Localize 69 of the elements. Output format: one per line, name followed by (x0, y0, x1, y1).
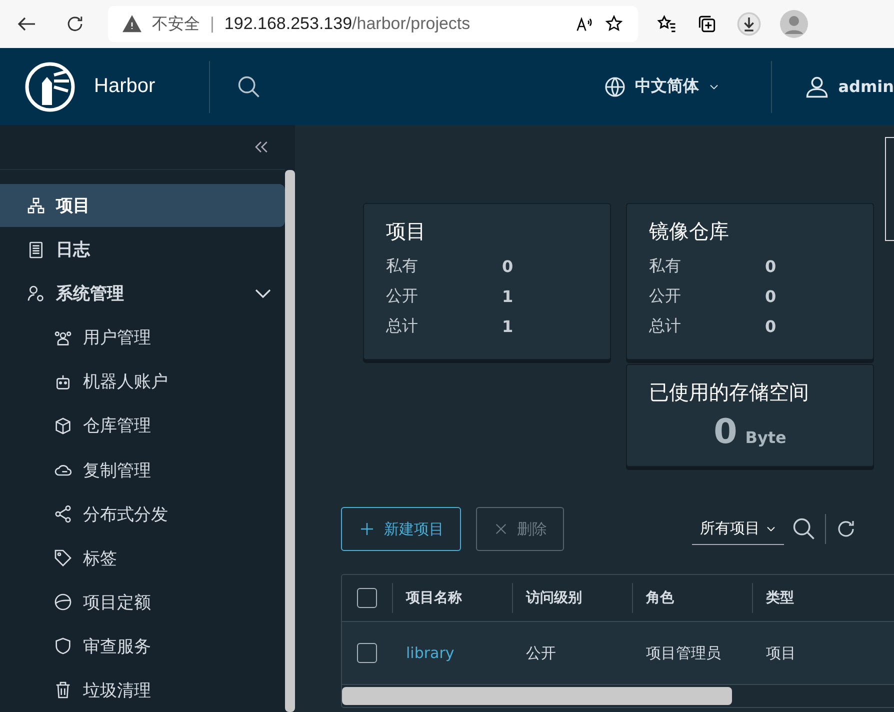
column-header[interactable]: 访问级别 (512, 583, 632, 613)
column-header[interactable]: 类型 (752, 583, 872, 613)
table-cell-text: 公开 (525, 644, 557, 662)
separator: | (210, 14, 214, 34)
cube-icon (53, 416, 73, 436)
user-gear-icon (26, 284, 46, 304)
sidebar-item[interactable]: 复制管理 (0, 448, 285, 492)
sidebar-item[interactable]: 机器人账户 (0, 360, 285, 404)
tag-icon (53, 548, 73, 568)
storage-value: 0 (714, 412, 738, 452)
sidebar-item[interactable]: 仓库管理 (0, 404, 285, 448)
stat-value: 1 (502, 316, 514, 336)
user-menu[interactable]: admin (804, 74, 894, 100)
row-checkbox[interactable] (357, 643, 377, 663)
network-icon (26, 196, 46, 216)
sidebar-item[interactable]: 标签 (0, 536, 285, 580)
sidebar-item[interactable]: 项目 (0, 184, 285, 228)
search-icon[interactable] (791, 516, 817, 542)
address-bar[interactable]: 不安全 | 192.168.253.139/harbor/projects (108, 6, 638, 42)
logo-icon (24, 60, 76, 112)
url-host: 192.168.253.139 (224, 14, 352, 34)
table-cell-text: 项目管理员 (645, 644, 722, 662)
download-icon[interactable] (736, 11, 762, 37)
sidebar-item[interactable]: 分布式分发 (0, 492, 285, 536)
stat-label: 私有 (649, 256, 682, 276)
scrollbar-thumb[interactable] (342, 687, 732, 705)
stat-value: 0 (765, 316, 778, 336)
select-all-checkbox[interactable] (357, 588, 377, 608)
stat-value: 1 (502, 286, 514, 306)
favorites-icon[interactable] (656, 13, 678, 35)
plus-icon (358, 520, 376, 538)
stat-label: 总计 (649, 316, 682, 336)
sidebar-item[interactable]: 审查服务 (0, 624, 285, 668)
column-header[interactable]: 项目名称 (392, 583, 512, 613)
card-title: 项目 (386, 218, 427, 245)
project-link[interactable]: library (392, 644, 512, 662)
new-project-button[interactable]: 新建项目 (341, 507, 461, 551)
brand-name: Harbor (94, 75, 156, 98)
card-title: 已使用的存储空间 (649, 379, 810, 406)
stat-label: 私有 (386, 256, 419, 276)
card-title: 镜像仓库 (649, 218, 730, 245)
sidebar-item[interactable]: 系统管理 (0, 272, 285, 316)
collections-icon[interactable] (696, 13, 718, 35)
filter-dropdown[interactable]: 所有项目 (692, 513, 784, 545)
stat-label: 公开 (386, 286, 419, 306)
sidebar-item[interactable]: 用户管理 (0, 316, 285, 360)
globe-icon (603, 74, 628, 98)
sidebar-item[interactable]: 日志 (0, 228, 285, 272)
security-label: 不安全 (152, 14, 200, 34)
storage-unit: Byte (745, 428, 786, 447)
sidebar-item[interactable]: 垃圾清理 (0, 668, 285, 712)
stat-label: 公开 (649, 286, 682, 306)
url-path: /harbor/projects (352, 14, 470, 34)
stat-value: 0 (765, 256, 778, 276)
stat-label: 总计 (386, 316, 419, 336)
scrollbar-thumb[interactable] (285, 170, 295, 712)
chevron-icon[interactable] (255, 289, 271, 298)
column-header[interactable]: 角色 (632, 583, 752, 613)
table-cell-text: 项目 (765, 644, 797, 662)
avatar-icon[interactable] (780, 10, 808, 38)
language-menu[interactable]: 中文简体 (603, 74, 722, 98)
warning-icon (122, 14, 142, 34)
shield-icon (53, 636, 73, 656)
close-icon (493, 521, 509, 537)
stat-value: 0 (765, 286, 778, 306)
gauge-icon (53, 592, 73, 612)
share-icon (53, 504, 73, 524)
sidebar-item[interactable]: 项目定额 (0, 580, 285, 624)
stat-value: 0 (502, 256, 514, 276)
